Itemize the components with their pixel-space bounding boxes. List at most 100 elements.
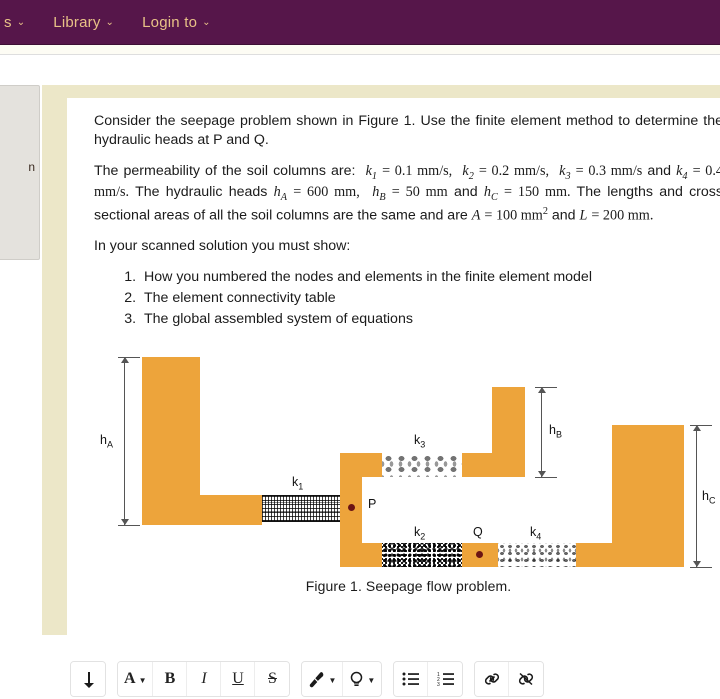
question-card: Consider the seepage problem shown in Fi…	[67, 98, 720, 635]
bullet-list-icon	[402, 672, 420, 686]
label-k4-subscript: 4	[536, 531, 542, 542]
soil-column-k4	[498, 543, 576, 568]
font-letter-icon: A	[124, 670, 136, 687]
dimension-tick-hC-top	[690, 425, 712, 427]
label-hB-subscript: B	[555, 429, 562, 440]
bold-button[interactable]: B	[153, 662, 188, 696]
hB-value: = 50 mm	[391, 184, 448, 201]
remove-link-button[interactable]	[509, 662, 544, 696]
chevron-down-icon: ⌄	[202, 17, 211, 28]
dimension-line-hB	[537, 387, 546, 478]
font-color-button[interactable]: A ▼	[118, 662, 154, 696]
hB-subscript: B	[379, 192, 386, 204]
reservoir-C-column	[612, 425, 684, 568]
nav-item-login-to[interactable]: Login to ⌄	[128, 14, 225, 31]
hC-symbol: h	[483, 184, 491, 201]
paintbrush-icon	[310, 671, 324, 687]
conjunction-3: and	[551, 207, 576, 224]
list-item: The global assembled system of equations	[140, 309, 720, 330]
label-hC-symbol: h	[702, 489, 709, 504]
toolbar-group-lists: 1 2 3	[393, 661, 464, 697]
underline-button[interactable]: U	[221, 662, 256, 696]
question-paragraph-1: Consider the seepage problem shown in Fi…	[94, 113, 720, 149]
dimension-line-hC	[692, 425, 701, 568]
nav-item-s[interactable]: s ⌄	[0, 14, 39, 31]
conjunction-2: and	[453, 184, 478, 201]
chevron-down-icon: ▼	[367, 675, 376, 685]
label-hC-subscript: C	[708, 495, 716, 506]
reservoir-A-column	[142, 357, 200, 526]
left-side-panel-text: n	[28, 160, 35, 174]
italic-button[interactable]: I	[187, 662, 222, 696]
numbered-list-icon: 1 2 3	[437, 672, 454, 686]
label-hA-subscript: A	[106, 439, 113, 450]
label-hA-symbol: h	[100, 433, 107, 448]
svg-text:3: 3	[437, 682, 440, 686]
label-k4: k4	[530, 525, 541, 542]
toolbar-group-links	[474, 661, 545, 697]
highlight-button[interactable]: ▼	[343, 662, 382, 696]
brush-button[interactable]: ▼	[302, 662, 344, 696]
dimension-tick-hC-bottom	[690, 567, 712, 569]
seepage-diagram: P Q k1 k3 k2 k4 hA hB hC	[94, 349, 715, 569]
toolbar-group-styling: ▼ ▼	[301, 661, 383, 697]
conjunction-1: and	[647, 162, 672, 179]
question-paragraph-2: The permeability of the soil columns are…	[94, 162, 720, 226]
numbered-list-button[interactable]: 1 2 3	[428, 662, 463, 696]
nav-item-library[interactable]: Library ⌄	[39, 14, 128, 31]
question-card-frame: Consider the seepage problem shown in Fi…	[42, 85, 720, 635]
hC-subscript: C	[490, 192, 498, 204]
dimension-tick-hA-top	[118, 357, 140, 359]
hA-value: = 600 mm,	[293, 184, 360, 201]
toolbar-group-text-format: A ▼ B I U S	[117, 661, 291, 697]
hA-subscript: A	[280, 192, 287, 204]
bulb-icon	[351, 671, 363, 686]
chevron-down-icon: ▼	[328, 675, 337, 685]
reservoir-B-bottom-arm	[462, 453, 492, 478]
chevron-down-icon: ▼	[138, 675, 147, 685]
k1-value: = 0.1 mm/s,	[382, 162, 453, 179]
k1-subscript: 1	[371, 170, 377, 182]
length-symbol: L	[579, 207, 588, 224]
requirements-list: How you numbered the nodes and elements …	[94, 267, 720, 329]
figure-caption: Figure 1. Seepage flow problem.	[305, 578, 512, 595]
nav-item-login-to-label: Login to	[142, 13, 198, 31]
undo-redo-button[interactable]	[71, 662, 105, 696]
area-value: = 100 mm	[484, 207, 543, 224]
perm-prefix: The permeability of the soil columns are…	[94, 162, 356, 179]
insert-link-button[interactable]	[475, 662, 510, 696]
label-P: P	[368, 497, 377, 512]
reservoir-C-bottom-arm	[576, 543, 612, 568]
label-k2-subscript: 2	[420, 531, 426, 542]
reservoir-A-bottom-arm	[200, 495, 262, 526]
heads-prefix: The hydraulic heads	[135, 184, 268, 201]
list-item: How you numbered the nodes and elements …	[140, 267, 720, 288]
hA-symbol: h	[273, 184, 281, 201]
label-k2: k2	[414, 525, 425, 542]
nav-item-library-label: Library	[53, 13, 101, 31]
reservoir-B-column	[492, 387, 525, 478]
left-side-panel[interactable]: n	[0, 85, 40, 260]
label-k3: k3	[414, 433, 425, 450]
link-icon	[484, 673, 499, 685]
center-body-top-arm	[340, 453, 382, 478]
bullet-list-button[interactable]	[394, 662, 429, 696]
strikethrough-button[interactable]: S	[255, 662, 290, 696]
label-hA: hA	[100, 433, 113, 450]
label-hB: hB	[549, 423, 562, 440]
hC-value: = 150 mm.	[504, 184, 571, 201]
soil-column-k2	[382, 543, 462, 568]
label-hB-symbol: h	[549, 423, 556, 438]
chevron-down-icon: ⌄	[16, 17, 26, 28]
toolbar-group-history	[70, 661, 106, 697]
k3-subscript: 3	[565, 170, 571, 182]
editor-toolbar: A ▼ B I U S ▼ ▼ 1 2 3	[66, 659, 720, 699]
k4-subscript: 4	[682, 170, 688, 182]
area-exponent: 2	[542, 206, 548, 218]
length-value: = 200 mm.	[591, 207, 654, 224]
k2-value: = 0.2 mm/s,	[478, 162, 550, 179]
label-hC: hC	[702, 489, 715, 506]
dimension-line-hA	[120, 357, 129, 526]
top-navigation-bar: s ⌄ Library ⌄ Login to ⌄	[0, 0, 720, 45]
label-k1-subscript: 1	[298, 481, 304, 492]
